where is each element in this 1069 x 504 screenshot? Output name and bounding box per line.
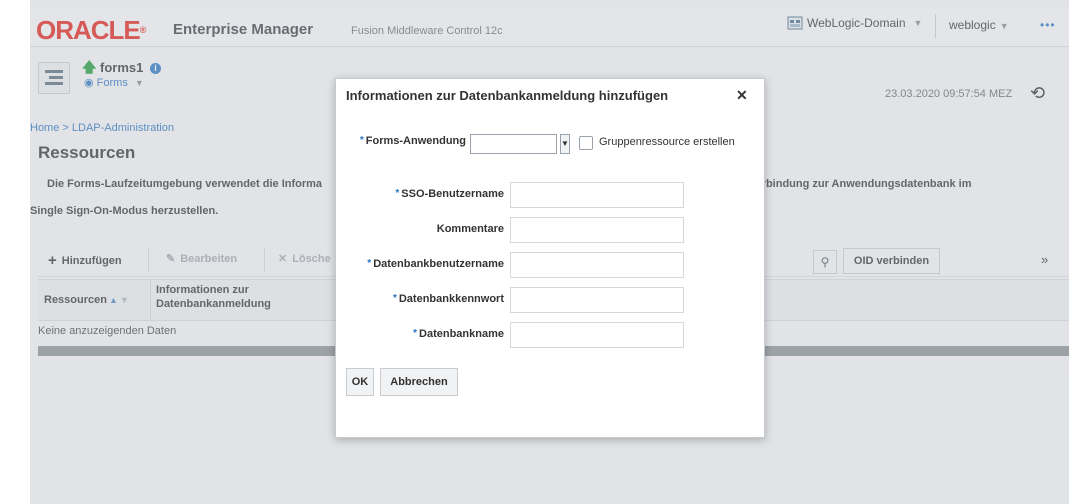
sso-user-input[interactable] <box>510 182 684 208</box>
db-user-label: * Datenbankbenutzername <box>367 258 504 270</box>
db-name-input[interactable] <box>510 322 684 348</box>
group-resource-label: Gruppenressource erstellen <box>599 136 735 148</box>
group-resource-checkbox[interactable] <box>579 136 593 150</box>
comments-label: Kommentare <box>436 223 504 235</box>
close-icon[interactable]: ✕ <box>736 87 748 104</box>
db-password-label: * Datenbankkennwort <box>392 293 504 305</box>
comments-input[interactable] <box>510 217 684 243</box>
forms-app-select[interactable] <box>470 134 557 154</box>
dialog-title: Informationen zur Datenbankanmeldung hin… <box>346 88 669 103</box>
ok-button[interactable]: OK <box>346 368 374 396</box>
db-password-input[interactable] <box>510 287 684 313</box>
forms-app-label: * Forms-Anwendung <box>359 135 466 147</box>
db-name-label: * Datenbankname <box>413 328 504 340</box>
add-db-login-dialog: Informationen zur Datenbankanmeldung hin… <box>335 78 765 438</box>
sso-user-label: * SSO-Benutzername <box>395 188 504 200</box>
db-user-input[interactable] <box>510 252 684 278</box>
dropdown-icon[interactable]: ▼ <box>560 134 570 154</box>
page-frame: ORACLE® Enterprise Manager Fusion Middle… <box>30 0 1069 504</box>
cancel-button[interactable]: Abbrechen <box>380 368 458 396</box>
